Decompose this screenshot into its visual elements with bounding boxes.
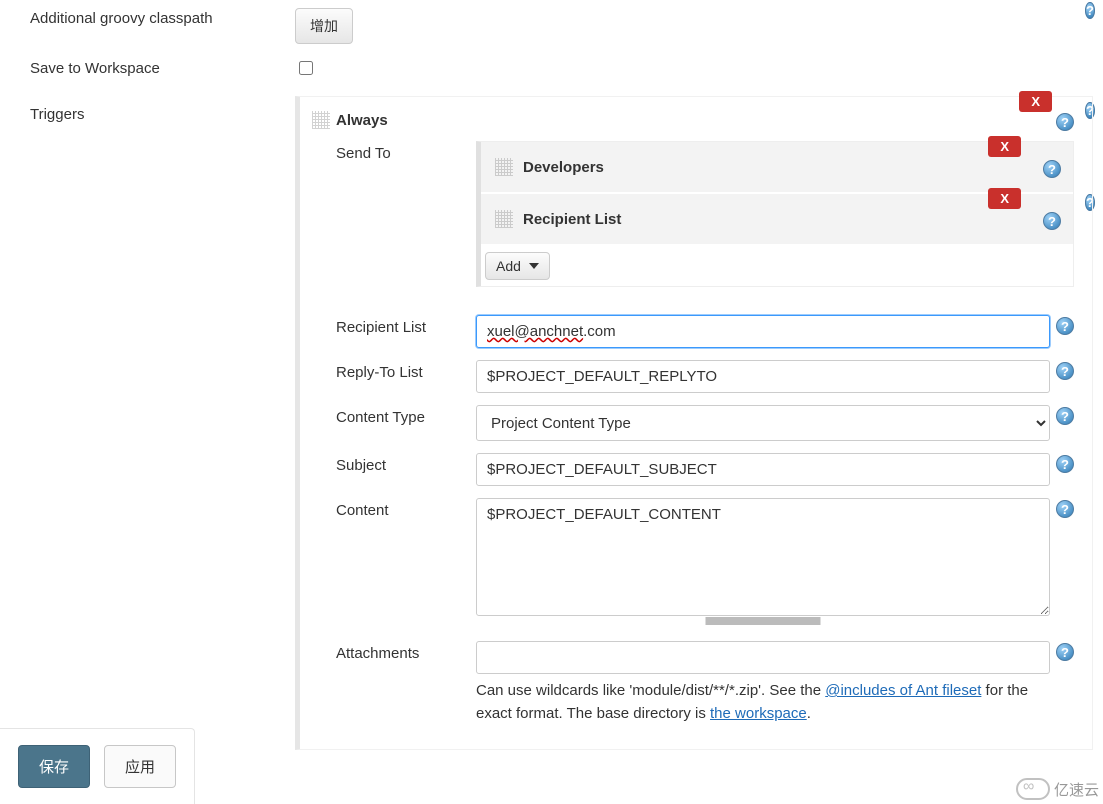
cloud-icon: [1016, 778, 1050, 800]
help-icon[interactable]: [1043, 212, 1061, 230]
help-icon[interactable]: [1085, 2, 1095, 19]
trigger-remove-button[interactable]: X: [1019, 91, 1052, 112]
recipient-list-input[interactable]: xuel@anchnet.com: [476, 315, 1050, 348]
watermark-text: 亿速云: [1054, 779, 1099, 800]
subject-input[interactable]: [476, 453, 1050, 486]
drag-handle-icon[interactable]: [495, 158, 513, 176]
sendto-item-developers: X Developers: [481, 142, 1073, 194]
classpath-add-button[interactable]: 增加: [295, 8, 353, 44]
help-icon[interactable]: [1056, 317, 1074, 335]
drag-handle-icon[interactable]: [312, 111, 330, 129]
link-workspace[interactable]: the workspace: [710, 705, 807, 722]
trigger-title: Always: [336, 112, 388, 129]
help-icon[interactable]: [1043, 160, 1061, 178]
save-workspace-label: Save to Workspace: [30, 50, 295, 77]
sendto-list: X Developers X Recipient List Add: [476, 141, 1074, 287]
sendto-item-title: Developers: [523, 159, 604, 176]
content-textarea[interactable]: [476, 498, 1050, 616]
recipient-list-value-part2: .com: [583, 323, 616, 340]
replyto-input[interactable]: [476, 360, 1050, 393]
help-icon[interactable]: [1056, 643, 1074, 661]
sendto-item-title: Recipient List: [523, 211, 621, 228]
help-icon[interactable]: [1056, 113, 1074, 131]
help-icon[interactable]: [1056, 455, 1074, 473]
drag-handle-icon[interactable]: [495, 210, 513, 228]
help-icon[interactable]: [1056, 407, 1074, 425]
chevron-down-icon: [529, 263, 539, 269]
classpath-label: Additional groovy classpath: [30, 0, 295, 27]
resize-handle[interactable]: [476, 617, 1050, 625]
recipient-list-value-part1: xuel@anchnet: [487, 323, 583, 340]
sendto-add-label: Add: [496, 258, 521, 274]
apply-button[interactable]: 应用: [104, 745, 176, 788]
watermark-logo: 亿速云: [1016, 778, 1099, 800]
content-type-label: Content Type: [336, 405, 476, 426]
sendto-remove-button[interactable]: X: [988, 136, 1021, 157]
replyto-label: Reply-To List: [336, 360, 476, 381]
content-type-select[interactable]: Project Content Type: [476, 405, 1050, 441]
recipient-list-label: Recipient List: [336, 315, 476, 336]
trigger-block: X Always Send To X Developers: [295, 96, 1093, 750]
attachments-label: Attachments: [336, 641, 476, 662]
sendto-add-button[interactable]: Add: [485, 252, 550, 280]
sendto-item-recipientlist: X Recipient List: [481, 194, 1073, 246]
help-icon[interactable]: [1056, 500, 1074, 518]
sendto-label: Send To: [336, 141, 476, 162]
help-icon[interactable]: [1056, 362, 1074, 380]
action-bar: 保存 应用: [0, 728, 195, 804]
content-label: Content: [336, 498, 476, 519]
link-ant-fileset[interactable]: @includes of Ant fileset: [825, 682, 981, 699]
attachments-help-text: Can use wildcards like 'module/dist/**/*…: [476, 680, 1050, 725]
attachments-input[interactable]: [476, 641, 1050, 674]
save-workspace-checkbox[interactable]: [299, 61, 313, 75]
sendto-remove-button[interactable]: X: [988, 188, 1021, 209]
subject-label: Subject: [336, 453, 476, 474]
save-button[interactable]: 保存: [18, 745, 90, 788]
triggers-label: Triggers: [30, 96, 295, 123]
